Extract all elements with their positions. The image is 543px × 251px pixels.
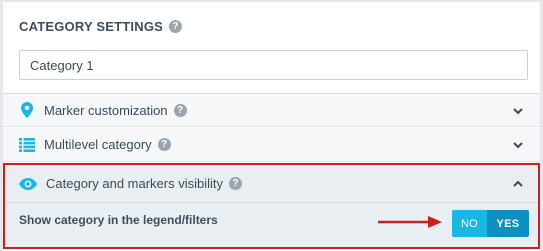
show-in-legend-toggle[interactable]: NO YES	[452, 210, 529, 237]
chevron-down-icon[interactable]	[512, 139, 524, 151]
help-icon[interactable]: ?	[229, 177, 243, 190]
arrow-right-icon	[378, 216, 442, 228]
help-icon[interactable]: ?	[173, 103, 187, 117]
help-icon[interactable]: ?	[169, 20, 183, 33]
visibility-label: Category and markers visibility	[46, 176, 224, 191]
category-name-input[interactable]	[19, 50, 528, 80]
accordion-marker-customization[interactable]: Marker customization ?	[3, 94, 540, 127]
list-icon	[19, 137, 35, 153]
accordion-multilevel-category[interactable]: Multilevel category ?	[3, 128, 540, 162]
settings-header: CATEGORY SETTINGS ?	[19, 19, 183, 34]
settings-title: CATEGORY SETTINGS	[19, 19, 164, 34]
toggle-no-option[interactable]: NO	[452, 210, 487, 237]
multilevel-category-label: Multilevel category	[44, 137, 152, 152]
chevron-down-icon[interactable]	[512, 105, 524, 117]
accordion-label: Multilevel category ?	[44, 137, 171, 152]
category-settings-panel: CATEGORY SETTINGS ? Marker customization…	[0, 0, 543, 251]
panel-top-border	[0, 0, 543, 2]
eye-icon	[19, 177, 37, 191]
accordion-label: Category and markers visibility ?	[46, 176, 243, 191]
map-pin-icon	[19, 102, 35, 118]
show-in-legend-label: Show category in the legend/filters	[19, 213, 218, 227]
chevron-up-icon[interactable]	[512, 178, 524, 190]
marker-customization-label: Marker customization	[44, 102, 168, 118]
accordion-visibility-header[interactable]: Category and markers visibility ?	[5, 165, 538, 203]
toggle-yes-option[interactable]: YES	[487, 210, 529, 237]
accordion-label: Marker customization ?	[44, 103, 187, 118]
help-icon[interactable]: ?	[157, 138, 171, 151]
accordion-visibility: Category and markers visibility ? Show c…	[3, 163, 540, 249]
